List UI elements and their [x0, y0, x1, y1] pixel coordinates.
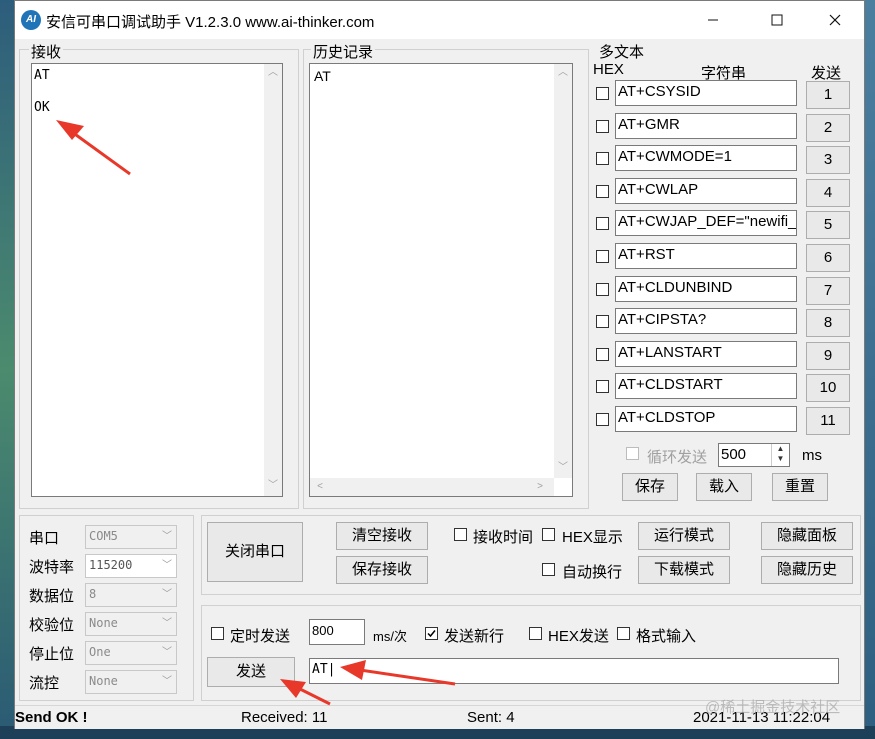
arrow-annotation-send-button: [280, 679, 331, 706]
annotation-overlay: [56, 120, 456, 706]
arrow-annotation-input: [340, 660, 456, 686]
arrow-annotation-receive: [56, 120, 131, 176]
